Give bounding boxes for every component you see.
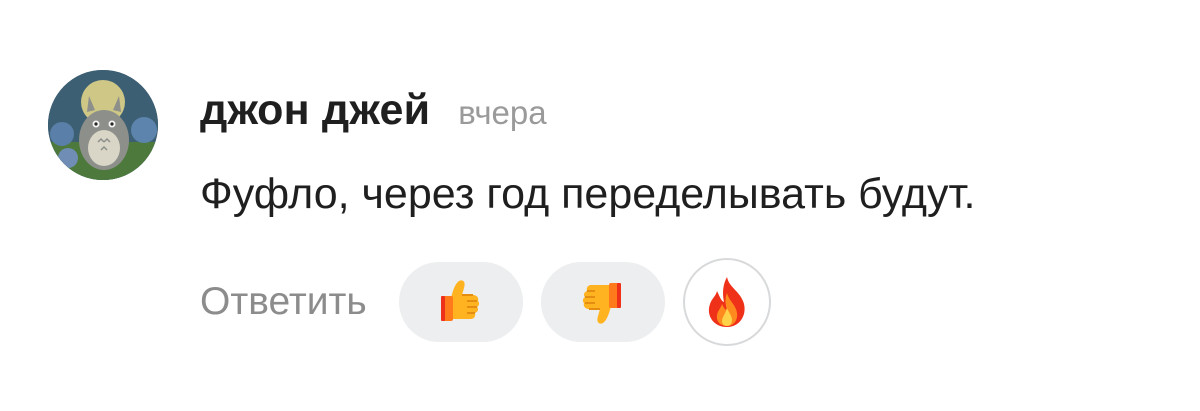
comment-item: джон джей вчера Фуфло, через год передел… [0,0,1200,411]
like-button[interactable] [398,262,523,342]
fire-icon [708,277,745,327]
comment-header: джон джей вчера [200,86,547,135]
comment-time: вчера [458,94,547,131]
fire-reaction-button[interactable] [682,258,771,346]
thumbs-down-icon [582,283,621,324]
comment-text: Фуфло, через год переделывать будут. [200,170,976,218]
comment-actions: Ответить [200,258,789,346]
dislike-button[interactable] [540,262,665,342]
avatar-image [48,70,158,180]
thumbs-up-icon [440,280,479,321]
reply-button[interactable]: Ответить [200,280,367,324]
author-name[interactable]: джон джей [200,86,430,135]
avatar[interactable] [48,70,158,180]
